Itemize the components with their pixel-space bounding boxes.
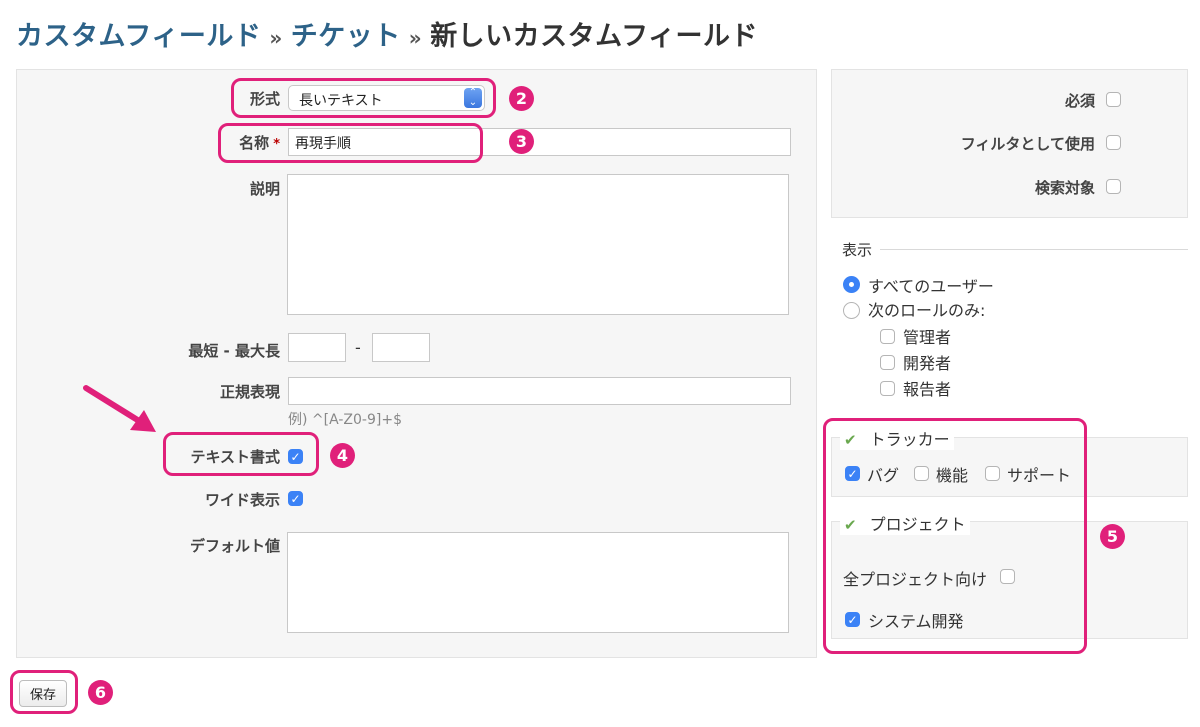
wide-label: ワイド表示 (204, 491, 280, 509)
roles-only-label: 次のロールのみ: (868, 301, 986, 320)
pointer-arrow-icon (83, 385, 156, 432)
highlight-box-2 (231, 78, 496, 118)
all-users-radio[interactable] (843, 276, 860, 293)
filter-label: フィルタとして使用 (960, 135, 1095, 153)
badge-2: 2 (509, 86, 534, 111)
length-label: 最短 - 最大長 (188, 342, 280, 360)
visibility-legend: 表示 (842, 241, 873, 259)
description-label: 説明 (249, 180, 280, 198)
breadcrumb-custom-fields[interactable]: カスタムフィールド (16, 21, 261, 52)
breadcrumb-issues[interactable]: チケット (291, 21, 401, 52)
regex-hint: 例) ^[A-Z0-9]+$ (288, 412, 402, 428)
all-users-label: すべてのユーザー (868, 277, 994, 296)
searchable-checkbox[interactable] (1106, 179, 1121, 194)
role-admin-checkbox[interactable] (880, 329, 895, 344)
highlight-box-4 (163, 432, 319, 476)
badge-6: 6 (88, 680, 113, 705)
required-label: 必須 (1064, 92, 1095, 110)
role-admin-label: 管理者 (903, 328, 952, 347)
breadcrumb-separator: » (408, 26, 423, 50)
max-length-input[interactable] (372, 333, 430, 362)
page-title: カスタムフィールド » チケット » 新しいカスタムフィールド (16, 14, 758, 53)
regex-label: 正規表現 (219, 383, 280, 401)
default-textarea[interactable] (287, 532, 789, 633)
badge-5: 5 (1100, 524, 1125, 549)
searchable-label: 検索対象 (1034, 179, 1095, 197)
role-reporter-label: 報告者 (903, 380, 952, 399)
highlight-box-5 (823, 418, 1087, 654)
visibility-fieldset-border (880, 249, 1188, 250)
breadcrumb-separator: » (269, 26, 283, 50)
role-reporter-checkbox[interactable] (880, 381, 895, 396)
role-developer-label: 開発者 (903, 354, 952, 373)
roles-only-radio[interactable] (843, 302, 860, 319)
default-label: デフォルト値 (189, 537, 280, 555)
required-checkbox[interactable] (1106, 92, 1121, 107)
description-textarea[interactable] (287, 174, 789, 315)
regex-input[interactable] (288, 377, 791, 405)
length-dash: - (355, 338, 361, 357)
badge-3: 3 (509, 129, 534, 154)
wide-checkbox[interactable]: ✓ (288, 491, 303, 506)
highlight-box-3 (218, 123, 483, 163)
role-developer-checkbox[interactable] (880, 355, 895, 370)
filter-checkbox[interactable] (1106, 135, 1121, 150)
min-length-input[interactable] (288, 333, 346, 362)
badge-4: 4 (330, 443, 355, 468)
breadcrumb-current: 新しいカスタムフィールド (430, 21, 759, 52)
highlight-box-6 (10, 670, 78, 714)
